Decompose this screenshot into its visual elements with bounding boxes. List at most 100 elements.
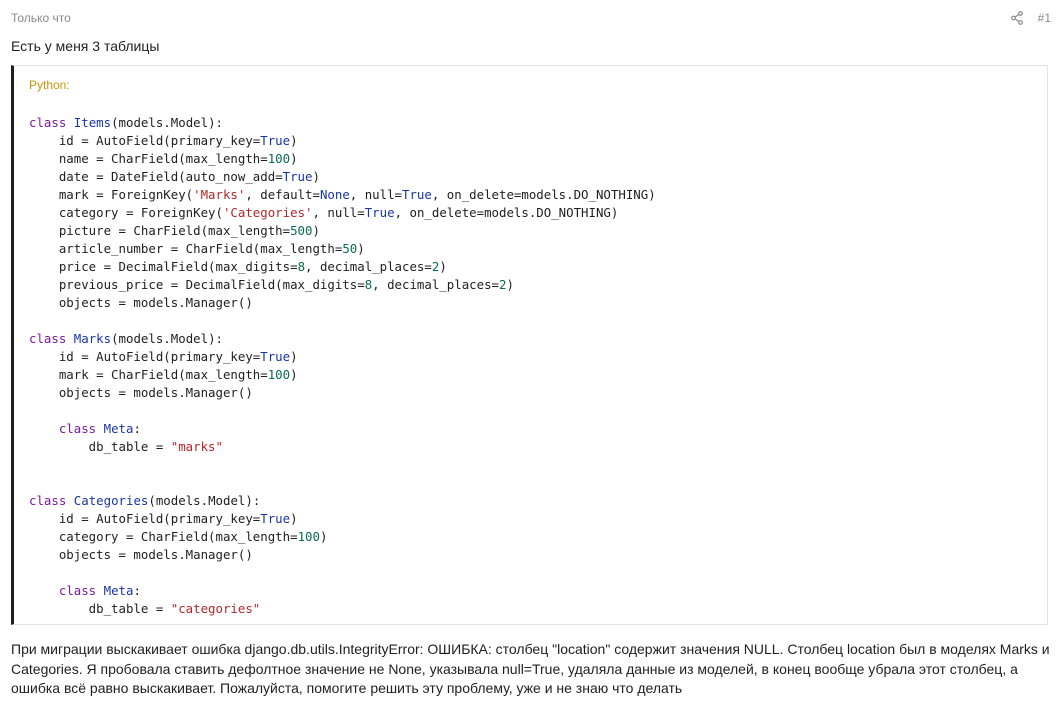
code-token: class (29, 331, 67, 346)
code-token: Meta (103, 421, 134, 436)
code-token: (models.Model): (148, 493, 261, 508)
code-token: mark = ForeignKey( (29, 187, 194, 202)
code-token: 100 (267, 151, 291, 166)
code-token: ) (290, 349, 298, 364)
code-token: price = DecimalField(max_digits= (29, 259, 298, 274)
code-token: True (402, 187, 432, 202)
code-token: True (260, 133, 291, 148)
code-token: category = CharField(max_length= (29, 529, 298, 544)
code-token: name = CharField(max_length= (29, 151, 268, 166)
code-token: article_number = CharField(max_length= (29, 241, 343, 256)
code-token: id = AutoField(primary_key= (29, 133, 261, 148)
code-token: , on_delete=models.DO_NOTHING) (394, 205, 619, 220)
code-line: class Meta: (29, 582, 656, 600)
code-block: Python: class Items(models.Model): id = … (11, 65, 1048, 625)
code-token: ) (312, 169, 320, 184)
code-line: objects = models.Manager() (29, 384, 656, 402)
code-token: True (364, 205, 395, 220)
code-language-label: Python: (29, 78, 70, 92)
post-meta: Только что #1 (11, 10, 1051, 26)
code-token: , null= (312, 205, 365, 220)
code-token: class (58, 583, 97, 598)
code-token: : (133, 583, 141, 598)
code-token: ) (290, 511, 298, 526)
code-token: None (319, 187, 350, 202)
code-token: Marks (73, 331, 112, 346)
code-line: price = DecimalField(max_digits=8, decim… (29, 258, 656, 276)
code-token: True (260, 349, 291, 364)
code-token: (models.Model): (111, 331, 223, 346)
code-token: 'Marks' (193, 187, 246, 202)
code-token: category = ForeignKey( (29, 205, 223, 220)
code-line: date = DateField(auto_now_add=True) (29, 168, 656, 186)
code-token: objects = models.Manager() (29, 385, 253, 400)
code-token: ) (439, 259, 447, 274)
code-token: id = AutoField(primary_key= (29, 349, 261, 364)
code-token: id = AutoField(primary_key= (29, 511, 261, 526)
share-icon-glyph (1011, 11, 1023, 25)
code-token: ) (290, 151, 298, 166)
code-token: objects = models.Manager() (29, 547, 253, 562)
code-token: True (260, 511, 291, 526)
code-line: id = AutoField(primary_key=True) (29, 348, 656, 366)
code-line: category = CharField(max_length=100) (29, 528, 656, 546)
code-token: ) (357, 241, 365, 256)
code-line: objects = models.Manager() (29, 294, 656, 312)
code-token: 100 (267, 367, 291, 382)
code-token: Meta (103, 583, 134, 598)
code-token: ) (290, 133, 298, 148)
code-line: class Categories(models.Model): (29, 492, 656, 510)
code-body: class Items(models.Model): id = AutoFiel… (29, 114, 656, 618)
code-token: ) (319, 529, 328, 544)
code-token: 8 (297, 259, 306, 274)
code-token: True (282, 169, 313, 184)
code-token: picture = CharField(max_length= (29, 223, 291, 238)
code-token: db_table = (29, 439, 171, 454)
code-token: class (29, 493, 67, 508)
code-line: class Marks(models.Model): (29, 330, 656, 348)
post-number-link[interactable]: #1 (1038, 10, 1051, 26)
code-token: Categories (73, 493, 149, 508)
post-timestamp: Только что (11, 11, 71, 25)
code-token: date = DateField(auto_now_add= (29, 169, 283, 184)
code-line: previous_price = DecimalField(max_digits… (29, 276, 656, 294)
code-token: ) (312, 223, 320, 238)
code-token: objects = models.Manager() (29, 295, 253, 310)
code-token: , decimal_places= (372, 277, 499, 292)
code-token: db_table = (29, 601, 171, 616)
post-description-text: При миграции выскакивает ошибка django.d… (11, 641, 1050, 696)
code-line: mark = CharField(max_length=100) (29, 366, 656, 384)
code-token: (models.Model): (111, 115, 223, 130)
code-line: mark = ForeignKey('Marks', default=None,… (29, 186, 656, 204)
code-line: picture = CharField(max_length=500) (29, 222, 656, 240)
code-token: , on_delete=models.DO_NOTHING) (431, 187, 656, 202)
code-line: objects = models.Manager() (29, 546, 656, 564)
code-token: 100 (297, 529, 320, 544)
code-token: ) (506, 277, 514, 292)
code-token: ) (290, 367, 298, 382)
code-token: 500 (290, 223, 313, 238)
post-intro-text: Есть у меня 3 таблицы (11, 38, 160, 54)
code-token: class (58, 421, 97, 436)
code-token: , null= (349, 187, 403, 202)
code-line: class Items(models.Model): (29, 114, 656, 132)
code-line: id = AutoField(primary_key=True) (29, 132, 656, 150)
share-icon[interactable] (1011, 11, 1023, 25)
code-token: mark = CharField(max_length= (29, 367, 268, 382)
code-line: category = ForeignKey('Categories', null… (29, 204, 656, 222)
code-line: db_table = "categories" (29, 600, 656, 618)
code-token: Items (73, 115, 112, 130)
code-line: class Meta: (29, 420, 656, 438)
code-token: , default= (245, 187, 320, 202)
code-token: class (29, 115, 67, 130)
